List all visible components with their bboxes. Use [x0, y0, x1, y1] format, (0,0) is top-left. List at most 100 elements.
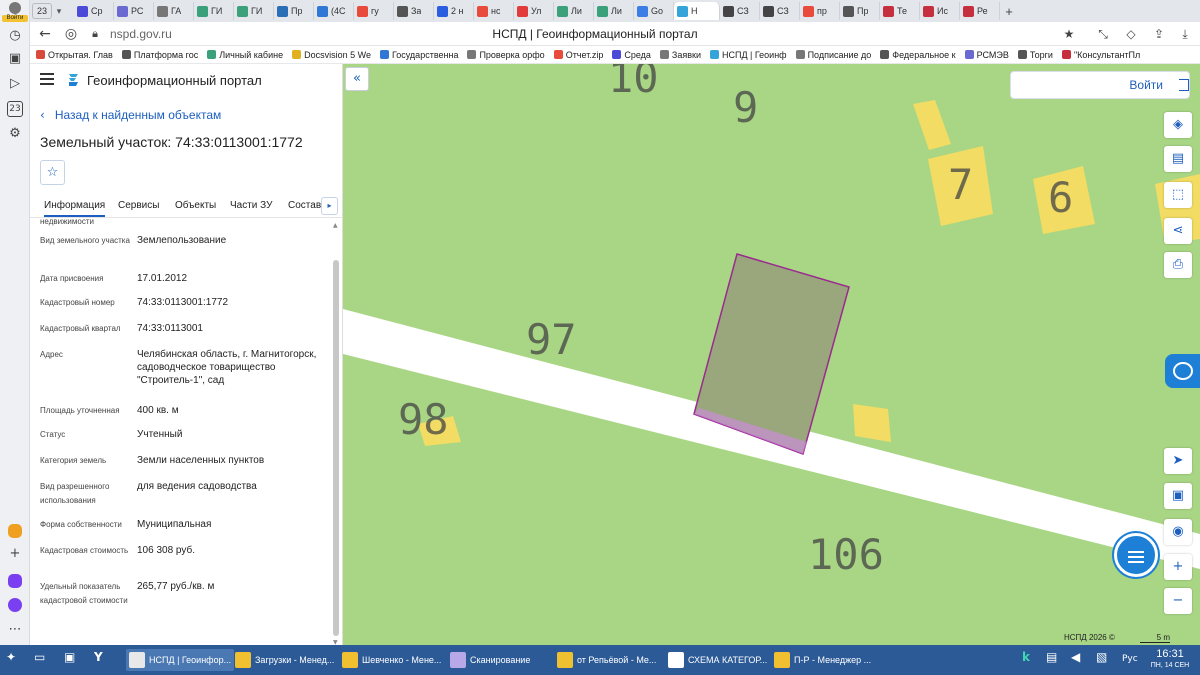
- settings-icon[interactable]: ⚙: [6, 125, 24, 143]
- favorite-button[interactable]: ☆: [40, 160, 65, 185]
- bookmark-item[interactable]: Торги: [1017, 50, 1053, 60]
- add-panel-icon[interactable]: +: [6, 545, 24, 563]
- tab-composition[interactable]: Состав: [288, 200, 321, 211]
- map-view[interactable]: 10 9 7 6 97 98 106 « Войти ◈ ▤ ⬚ ⋖ ⎙ ➤ ▣…: [343, 64, 1200, 645]
- extensions-icon[interactable]: ◇: [1122, 25, 1140, 43]
- clock[interactable]: 16:31 ПН, 14 СЕН: [1148, 648, 1192, 671]
- bookmark-item[interactable]: Государственна: [379, 50, 458, 60]
- bookmark-item[interactable]: Платформа гос: [121, 50, 198, 60]
- browser-tab[interactable]: РС: [114, 2, 154, 20]
- zoom-out-button[interactable]: −: [1164, 588, 1192, 614]
- browser-tab[interactable]: Пр: [840, 2, 880, 20]
- browser-tab[interactable]: Н: [674, 2, 720, 20]
- browser-tab[interactable]: Пр: [274, 2, 314, 20]
- tab-services[interactable]: Сервисы: [118, 200, 159, 211]
- taskbar-item[interactable]: СХЕМА КАТЕГОР...: [668, 649, 767, 671]
- taskbar-item[interactable]: П-Р - Менеджер ...: [774, 649, 871, 671]
- layers-button[interactable]: ◈: [1164, 112, 1192, 138]
- bookmark-item[interactable]: Отчет.zip: [553, 50, 603, 60]
- network-icon[interactable]: ▤: [1046, 650, 1057, 664]
- browser-tab[interactable]: СЗ: [760, 2, 800, 20]
- bookmark-item[interactable]: "КонсультантПл: [1061, 50, 1140, 60]
- main-menu-fab[interactable]: [1114, 533, 1158, 577]
- tab-parcel-parts[interactable]: Части ЗУ: [230, 200, 272, 211]
- screenshot-icon[interactable]: ▣: [64, 650, 75, 664]
- bookmark-item[interactable]: Проверка орфо: [467, 50, 545, 60]
- bookmark-item[interactable]: НСПД | Геоинф: [709, 50, 787, 60]
- menu-icon[interactable]: [40, 73, 54, 85]
- bookmark-item[interactable]: РСМЭВ: [964, 50, 1009, 60]
- print-button[interactable]: ⎙: [1164, 252, 1192, 278]
- yandex-icon[interactable]: Y: [94, 650, 103, 664]
- browser-tab[interactable]: Ср: [74, 2, 114, 20]
- bookmark-item[interactable]: Федеральное к: [880, 50, 956, 60]
- browser-tab[interactable]: Ли: [594, 2, 634, 20]
- tab-count-button[interactable]: 23: [32, 3, 52, 19]
- map-canvas[interactable]: 10 9 7 6 97 98 106: [343, 64, 1200, 645]
- browser-tab[interactable]: (4С: [314, 2, 354, 20]
- select-button[interactable]: ⬚: [1164, 182, 1192, 208]
- more-icon[interactable]: ⋯: [6, 621, 24, 639]
- chevron-down-icon[interactable]: ▾: [52, 6, 66, 17]
- browser-tab[interactable]: 2 н: [434, 2, 474, 20]
- language-indicator[interactable]: Рус: [1122, 654, 1138, 664]
- kaspersky-icon[interactable]: k: [1022, 650, 1030, 664]
- back-to-results-link[interactable]: ‹ Назад к найденным объектам: [40, 108, 221, 122]
- browser-tab[interactable]: Те: [880, 2, 920, 20]
- browser-tab[interactable]: За: [394, 2, 434, 20]
- measure-button[interactable]: ▤: [1164, 146, 1192, 172]
- browser-tab[interactable]: ГИ: [194, 2, 234, 20]
- tab-objects[interactable]: Объекты: [175, 200, 216, 211]
- zoom-in-button[interactable]: +: [1164, 554, 1192, 580]
- tabs-next-button[interactable]: ▸: [321, 197, 338, 215]
- bookmark-item[interactable]: Личный кабине: [207, 50, 283, 60]
- bookmark-item[interactable]: Открытая. Глав: [36, 50, 113, 60]
- scrollbar-thumb[interactable]: [333, 260, 339, 636]
- start-star-icon[interactable]: ✦: [6, 650, 16, 664]
- browser-tab[interactable]: пр: [800, 2, 840, 20]
- desktop-icon[interactable]: ▭: [34, 650, 45, 664]
- browser-tab[interactable]: гу: [354, 2, 394, 20]
- pin-button[interactable]: ◉: [1164, 519, 1192, 545]
- share-button[interactable]: ⋖: [1164, 218, 1192, 244]
- bookmark-item[interactable]: Заявки: [659, 50, 701, 60]
- tab-counter-icon[interactable]: 23: [7, 101, 23, 117]
- downloads-icon[interactable]: ⤓: [1176, 25, 1194, 43]
- media-icon[interactable]: ▷: [6, 75, 24, 93]
- locate-button[interactable]: ➤: [1164, 448, 1192, 474]
- zen-icon[interactable]: [8, 524, 22, 538]
- messenger-icon[interactable]: [8, 574, 22, 588]
- browser-tab[interactable]: Ре: [960, 2, 1000, 20]
- browser-tab[interactable]: Go: [634, 2, 674, 20]
- browser-tab[interactable]: нс: [474, 2, 514, 20]
- volume-icon[interactable]: ◀: [1071, 650, 1080, 664]
- scroll-up-icon[interactable]: ▲: [333, 222, 338, 229]
- share-icon[interactable]: ⇪: [1150, 25, 1168, 43]
- bookmark-icon[interactable]: ★: [1060, 25, 1078, 43]
- collections-icon[interactable]: ▣: [6, 50, 24, 68]
- browser-tab[interactable]: Ли: [554, 2, 594, 20]
- browser-tab[interactable]: ГА: [154, 2, 194, 20]
- map-login-button[interactable]: Войти: [1010, 71, 1190, 99]
- login-badge[interactable]: Войти: [2, 2, 28, 22]
- bookmark-item[interactable]: Среда: [612, 50, 651, 60]
- taskbar-item[interactable]: Загрузки - Менед...: [235, 649, 334, 671]
- taskbar-item[interactable]: Шевченко - Мене...: [342, 649, 441, 671]
- taskbar-item[interactable]: от Репьёвой - Ме...: [557, 649, 656, 671]
- bookmark-item[interactable]: Docsvision 5 We: [292, 50, 371, 60]
- taskbar-item[interactable]: Сканирование: [450, 649, 530, 671]
- new-tab-icon[interactable]: +: [1000, 4, 1018, 19]
- tab-information[interactable]: Информация: [44, 200, 106, 217]
- basemap-button[interactable]: ▣: [1164, 483, 1192, 509]
- alice-icon[interactable]: [8, 598, 22, 612]
- reader-icon[interactable]: ⤡: [1094, 25, 1112, 43]
- feedback-tab[interactable]: [1165, 354, 1200, 388]
- browser-tab[interactable]: Ул: [514, 2, 554, 20]
- history-icon[interactable]: ◷: [6, 27, 24, 45]
- browser-tab[interactable]: ГИ: [234, 2, 274, 20]
- taskbar-item[interactable]: НСПД | Геоинфор...: [126, 649, 235, 671]
- browser-tab[interactable]: Ис: [920, 2, 960, 20]
- notifications-icon[interactable]: ▧: [1096, 650, 1107, 664]
- panel-scrollbar[interactable]: ▲ ▼: [332, 222, 340, 645]
- collapse-panel-button[interactable]: «: [345, 67, 369, 91]
